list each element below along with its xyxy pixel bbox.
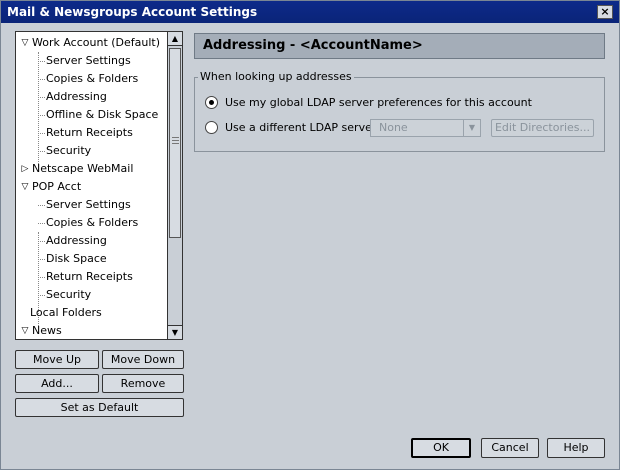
tree-item-security[interactable]: Security <box>16 142 167 160</box>
tree-item-addressing[interactable]: Addressing <box>16 232 167 250</box>
tree-item-work-account[interactable]: ▽ Work Account (Default) <box>16 34 167 52</box>
scroll-up-arrow-icon[interactable]: ▲ <box>168 32 182 46</box>
radio-different-ldap[interactable] <box>205 121 218 134</box>
window-title: Mail & Newsgroups Account Settings <box>7 5 258 19</box>
tree-item-server-settings[interactable]: Server Settings <box>16 196 167 214</box>
radio-global-ldap[interactable] <box>205 96 218 109</box>
tree-item-news[interactable]: ▽ News <box>16 322 167 339</box>
radio-different-ldap-label[interactable]: Use a different LDAP server: <box>225 121 380 134</box>
collapsed-twisty-icon[interactable]: ▷ <box>19 160 31 178</box>
tree-item-offline-disk-space[interactable]: Offline & Disk Space <box>16 106 167 124</box>
thumb-grip <box>172 137 179 138</box>
ok-button[interactable]: OK <box>411 438 471 458</box>
tree-item-netscape-webmail[interactable]: ▷ Netscape WebMail <box>16 160 167 178</box>
tree-item-server-settings[interactable]: Server Settings <box>16 52 167 70</box>
expanded-twisty-icon[interactable]: ▽ <box>19 178 31 196</box>
scroll-thumb[interactable] <box>169 48 181 238</box>
lookup-groupbox: When looking up addresses <box>194 70 605 152</box>
tree-item-copies-folders[interactable]: Copies & Folders <box>16 70 167 88</box>
tree-item-local-folders[interactable]: Local Folders <box>16 304 167 322</box>
edit-directories-button[interactable]: Edit Directories... <box>491 119 594 137</box>
move-up-button[interactable]: Move Up <box>15 350 99 369</box>
ldap-server-value: None <box>379 121 408 134</box>
tree-item-addressing[interactable]: Addressing <box>16 88 167 106</box>
tree-item-disk-space[interactable]: Disk Space <box>16 250 167 268</box>
remove-button[interactable]: Remove <box>102 374 184 393</box>
tree-scrollbar[interactable]: ▲ ▼ <box>167 32 182 339</box>
add-button[interactable]: Add... <box>15 374 99 393</box>
account-settings-window: Mail & Newsgroups Account Settings × ▽ W… <box>0 0 620 470</box>
radio-global-ldap-label[interactable]: Use my global LDAP server preferences fo… <box>225 96 532 109</box>
help-button[interactable]: Help <box>547 438 605 458</box>
chevron-down-icon[interactable]: ▼ <box>463 120 480 136</box>
tree-item-return-receipts[interactable]: Return Receipts <box>16 268 167 286</box>
move-down-button[interactable]: Move Down <box>102 350 184 369</box>
thumb-grip <box>172 143 179 144</box>
cancel-button[interactable]: Cancel <box>481 438 539 458</box>
window-titlebar[interactable]: Mail & Newsgroups Account Settings × <box>1 1 619 23</box>
tree-item-return-receipts[interactable]: Return Receipts <box>16 124 167 142</box>
scroll-down-arrow-icon[interactable]: ▼ <box>168 325 182 339</box>
close-icon[interactable]: × <box>597 5 613 19</box>
account-tree-list: ▽ Work Account (Default) Server Settings… <box>16 32 167 339</box>
set-as-default-button[interactable]: Set as Default <box>15 398 184 417</box>
page-title: Addressing - <AccountName> <box>194 33 605 59</box>
account-tree: ▽ Work Account (Default) Server Settings… <box>15 31 183 340</box>
expanded-twisty-icon[interactable]: ▽ <box>19 322 31 339</box>
group-label: When looking up addresses <box>198 70 354 83</box>
tree-item-pop-acct[interactable]: ▽ POP Acct <box>16 178 167 196</box>
thumb-grip <box>172 140 179 141</box>
tree-item-security[interactable]: Security <box>16 286 167 304</box>
ldap-server-select[interactable]: None ▼ <box>370 119 481 137</box>
tree-item-copies-folders[interactable]: Copies & Folders <box>16 214 167 232</box>
expanded-twisty-icon[interactable]: ▽ <box>19 34 31 52</box>
